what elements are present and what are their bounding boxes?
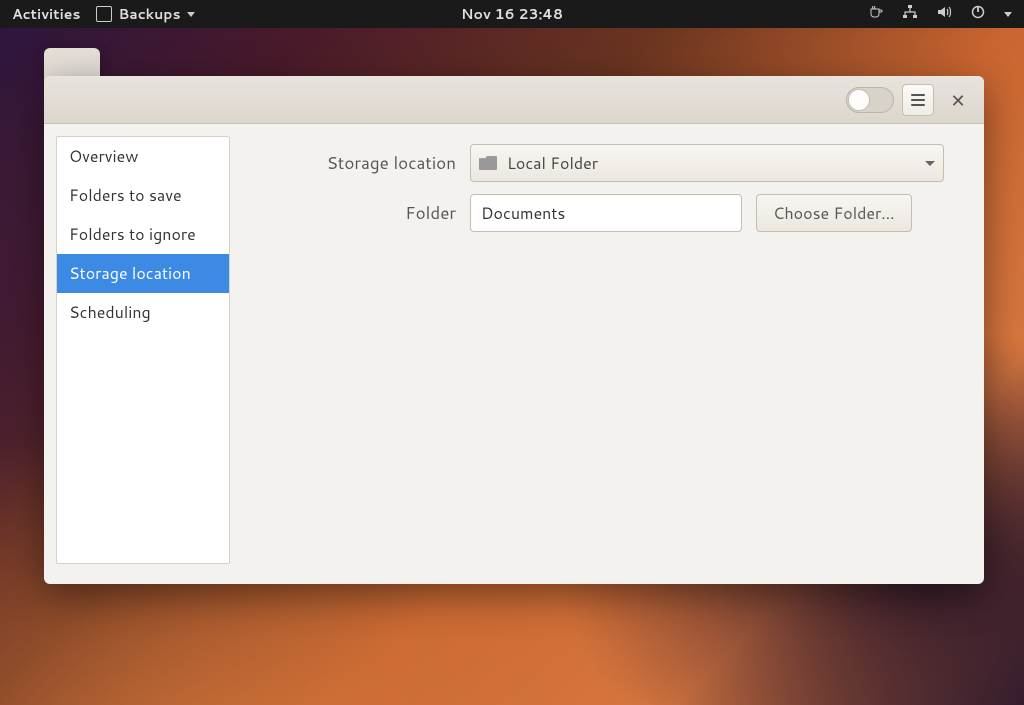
close-button[interactable]: ✕: [942, 84, 974, 116]
panel-system-tray: [868, 4, 1024, 25]
folder-icon: [479, 156, 497, 170]
toggle-knob: [848, 89, 870, 111]
backups-app-icon: [96, 6, 112, 22]
sidebar-item-storage-location[interactable]: Storage location: [57, 254, 229, 293]
sidebar-item-scheduling[interactable]: Scheduling: [57, 293, 229, 332]
sidebar-item-label: Storage location: [69, 262, 191, 285]
gnome-top-panel: Activities Backups Nov 16 23:48: [0, 0, 1024, 28]
activities-button[interactable]: Activities: [12, 4, 80, 24]
chevron-down-icon: [187, 12, 195, 17]
hamburger-menu-button[interactable]: [902, 84, 934, 116]
panel-clock[interactable]: Nov 16 23:48: [461, 4, 563, 24]
sidebar-item-folders-to-ignore[interactable]: Folders to ignore: [57, 215, 229, 254]
backups-window: ✕ Overview Folders to save Folders to ig…: [44, 76, 984, 584]
storage-location-dropdown[interactable]: Local Folder: [470, 144, 944, 182]
sidebar-item-folders-to-save[interactable]: Folders to save: [57, 176, 229, 215]
storage-location-value: Local Folder: [507, 152, 598, 175]
window-body: Overview Folders to save Folders to igno…: [44, 124, 984, 584]
clock-label: Nov 16 23:48: [461, 4, 563, 24]
choose-folder-button[interactable]: Choose Folder…: [756, 194, 912, 232]
power-icon[interactable]: [970, 4, 986, 25]
app-menu-label: Backups: [118, 4, 180, 24]
storage-location-label: Storage location: [286, 151, 456, 175]
hamburger-icon: [911, 94, 925, 106]
folder-label: Folder: [286, 201, 456, 225]
chevron-down-icon: [925, 161, 935, 166]
sidebar-item-label: Scheduling: [69, 301, 151, 324]
panel-left-group: Activities Backups: [0, 4, 195, 24]
sidebar-item-label: Folders to save: [69, 184, 182, 207]
folder-input[interactable]: [470, 194, 742, 232]
settings-sidebar: Overview Folders to save Folders to igno…: [56, 136, 230, 564]
storage-location-row: Storage location Local Folder: [286, 144, 944, 182]
folder-row: Folder Choose Folder…: [286, 194, 944, 232]
volume-icon[interactable]: [936, 4, 952, 25]
settings-content: Storage location Local Folder Folder Cho…: [286, 136, 944, 564]
backup-enable-toggle[interactable]: [846, 87, 894, 113]
chevron-down-icon[interactable]: [1004, 12, 1012, 17]
network-icon[interactable]: [902, 4, 918, 25]
close-icon: ✕: [950, 91, 965, 109]
sidebar-item-label: Folders to ignore: [69, 223, 196, 246]
sidebar-item-label: Overview: [69, 145, 138, 168]
caffeine-icon[interactable]: [868, 4, 884, 25]
sidebar-item-overview[interactable]: Overview: [57, 137, 229, 176]
window-titlebar: ✕: [44, 76, 984, 124]
app-menu-button[interactable]: Backups: [96, 4, 194, 24]
